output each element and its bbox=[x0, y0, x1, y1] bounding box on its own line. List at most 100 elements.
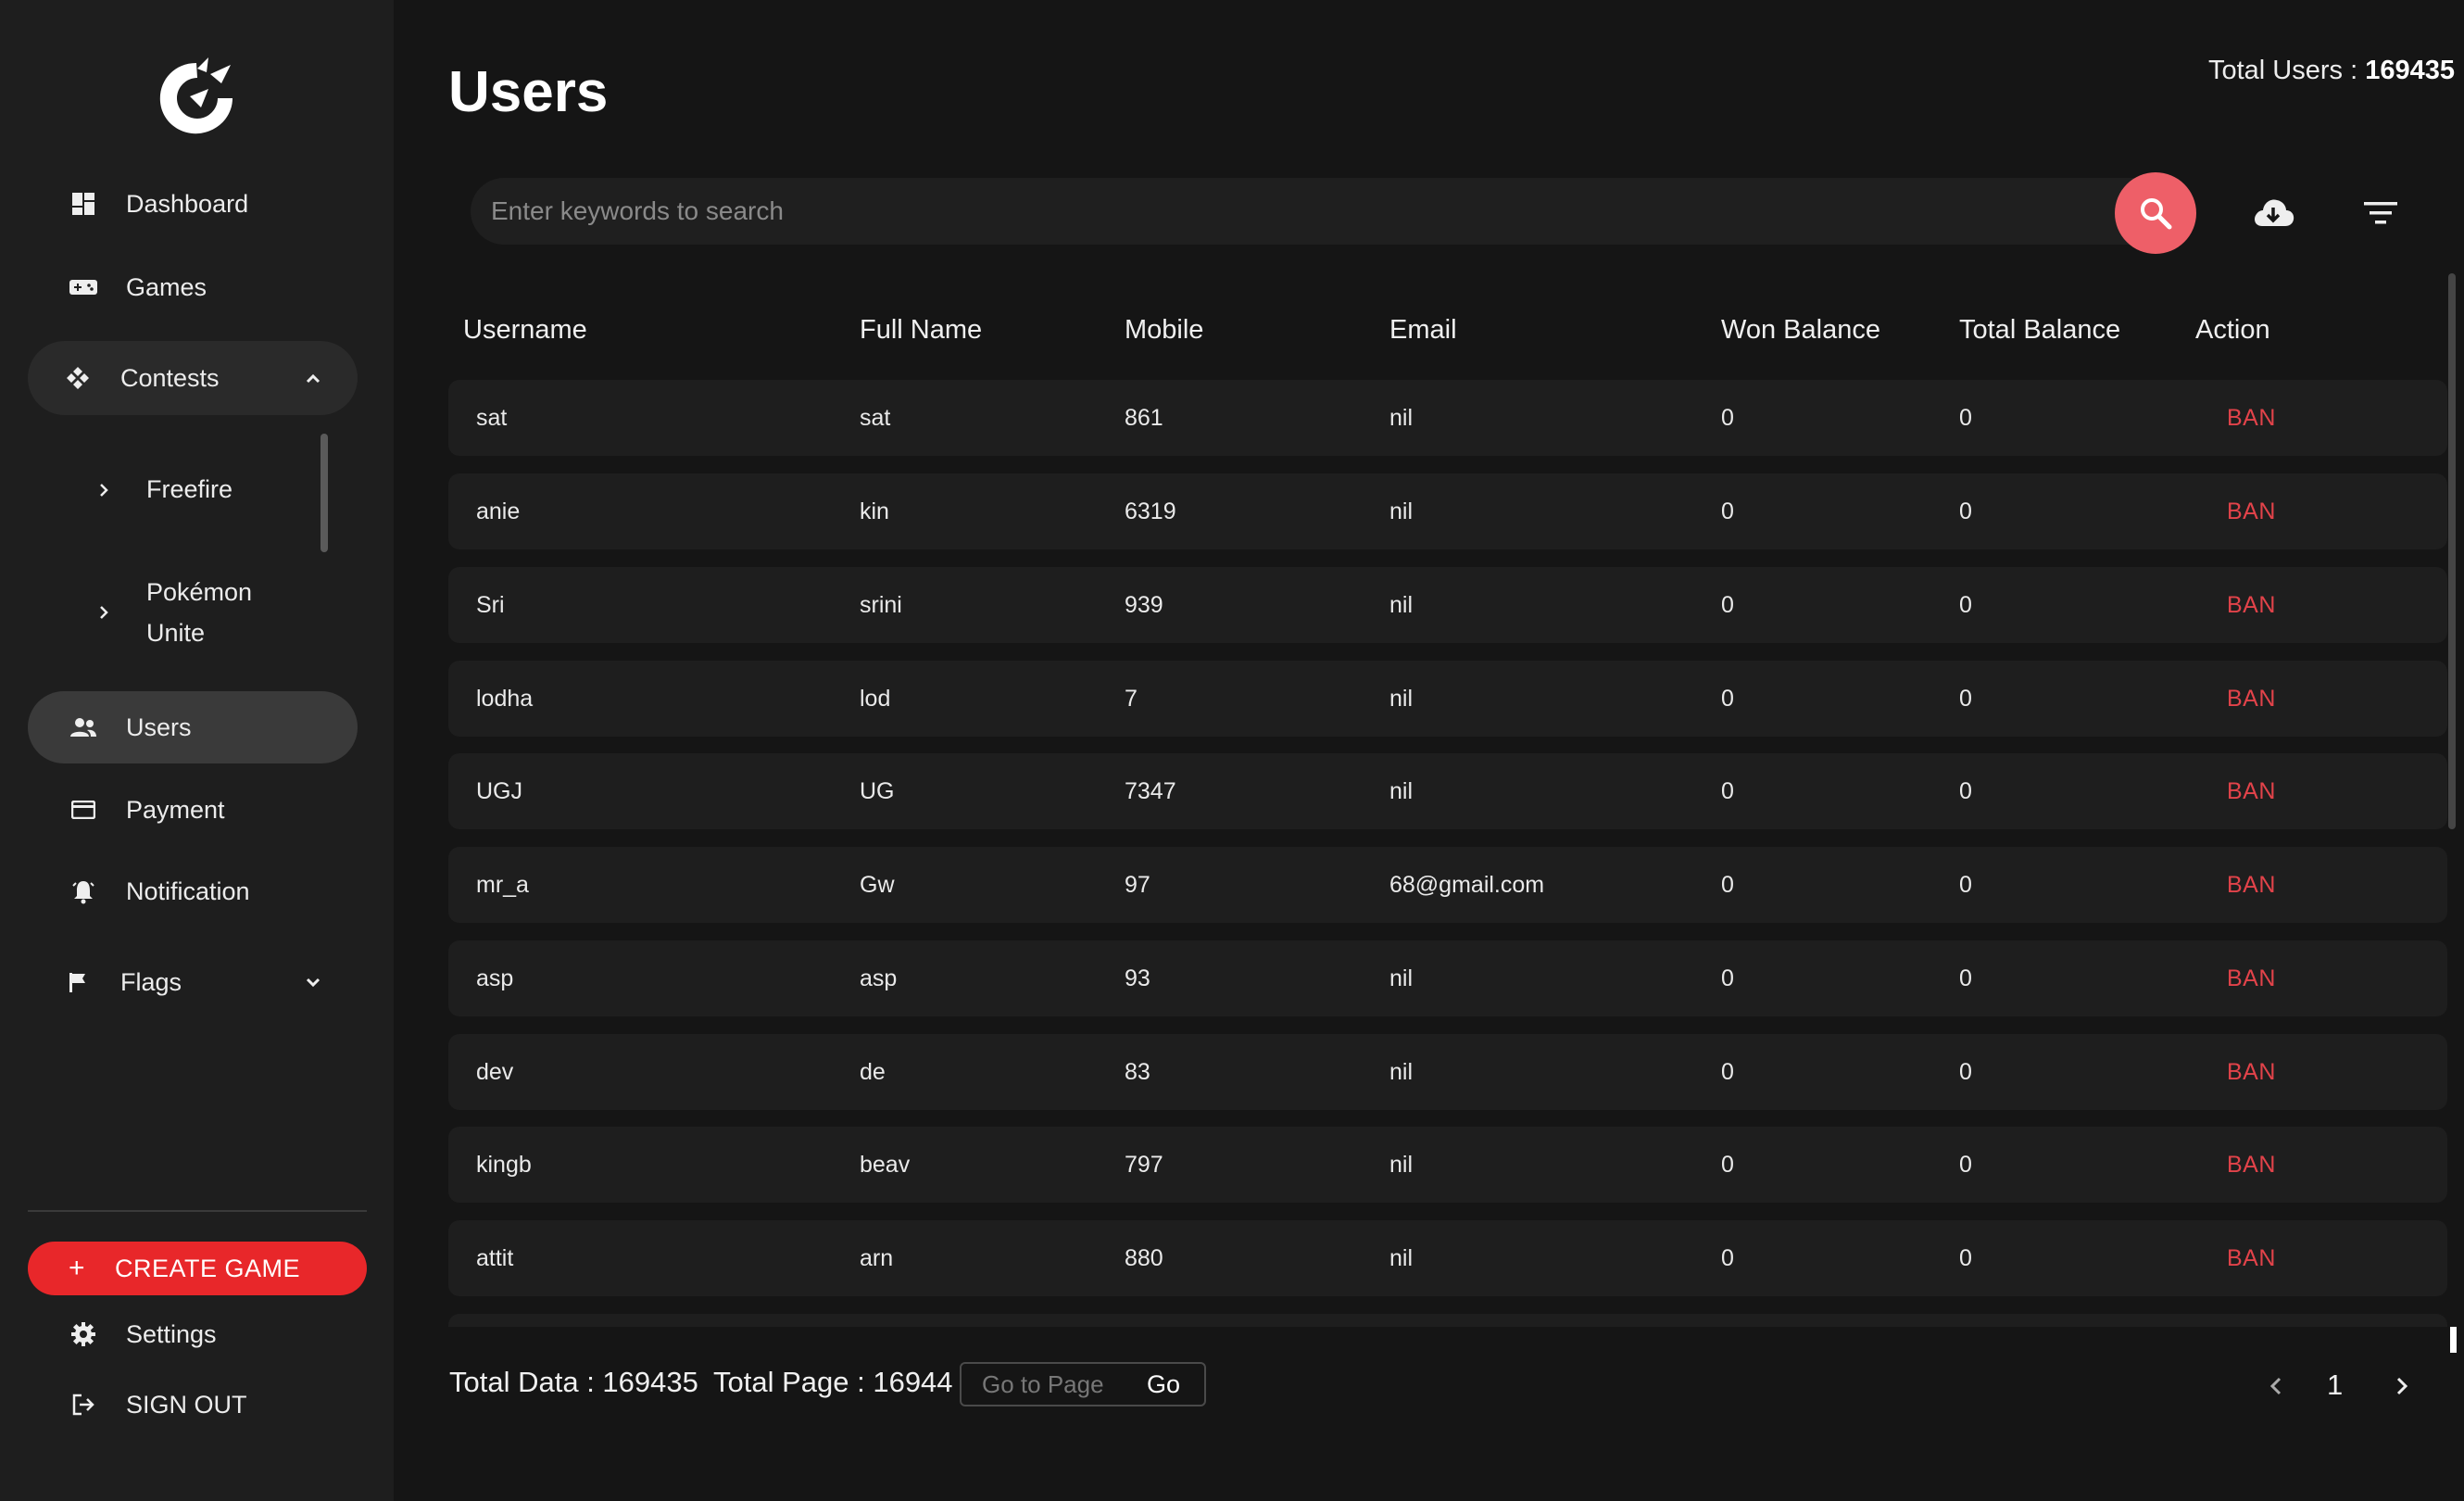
ban-button[interactable]: BAN bbox=[2227, 661, 2276, 737]
sign-out-icon bbox=[65, 1386, 102, 1423]
cell-email: nil bbox=[1389, 777, 1414, 804]
go-button[interactable]: Go bbox=[1147, 1370, 1180, 1399]
current-page[interactable]: 1 bbox=[2327, 1369, 2343, 1402]
settings-link[interactable]: Settings bbox=[28, 1316, 217, 1353]
column-header[interactable]: Email bbox=[1389, 315, 1457, 346]
sign-out-link[interactable]: SIGN OUT bbox=[28, 1386, 247, 1423]
ban-button[interactable]: BAN bbox=[2227, 753, 2276, 829]
column-header[interactable]: Mobile bbox=[1125, 315, 1203, 346]
cell-mobile: 939 bbox=[1125, 591, 1163, 618]
table-row[interactable]: lodha lod 7 nil 0 0 BAN bbox=[448, 661, 2447, 737]
ban-button[interactable]: BAN bbox=[2227, 940, 2276, 1016]
column-header[interactable]: Username bbox=[463, 315, 587, 346]
cell-won: 0 bbox=[1721, 685, 1734, 712]
sidebar-item-games[interactable]: Games bbox=[28, 250, 358, 324]
cell-total: 0 bbox=[1959, 591, 1972, 618]
total-users-summary: Total Users : 169435 bbox=[2208, 56, 2455, 86]
cell-username: UGJ bbox=[476, 777, 522, 804]
ban-button[interactable]: BAN bbox=[2227, 1127, 2276, 1203]
cell-mobile: 7 bbox=[1125, 685, 1138, 712]
ban-button[interactable]: BAN bbox=[2227, 567, 2276, 643]
cell-email: nil bbox=[1389, 498, 1414, 524]
next-page-icon[interactable] bbox=[2384, 1369, 2418, 1403]
cell-username: asp bbox=[476, 965, 514, 991]
table-row[interactable]: asp asp 93 nil 0 0 BAN bbox=[448, 940, 2447, 1016]
contests-icon bbox=[59, 359, 96, 397]
table-row[interactable]: Sri srini 939 nil 0 0 BAN bbox=[448, 567, 2447, 643]
sidebar-item-notification[interactable]: Notification bbox=[28, 854, 358, 928]
table-row[interactable]: UGJ UG 7347 nil 0 0 BAN bbox=[448, 753, 2447, 829]
ban-button[interactable]: BAN bbox=[2227, 380, 2276, 456]
cell-won: 0 bbox=[1721, 591, 1734, 618]
submenu-scrollbar[interactable] bbox=[321, 434, 328, 552]
cell-total: 0 bbox=[1959, 965, 1972, 991]
sign-out-label: SIGN OUT bbox=[126, 1390, 247, 1419]
column-header[interactable]: Full Name bbox=[860, 315, 982, 346]
search-button[interactable] bbox=[2115, 172, 2196, 254]
cell-total: 0 bbox=[1959, 498, 1972, 524]
cell-full-name: kin bbox=[860, 498, 889, 524]
cell-mobile: 880 bbox=[1125, 1244, 1163, 1271]
table-row[interactable]: attit arn 880 nil 0 0 BAN bbox=[448, 1220, 2447, 1296]
table-row[interactable]: dev de 83 nil 0 0 BAN bbox=[448, 1034, 2447, 1110]
cell-username: Sri bbox=[476, 591, 505, 618]
filter-icon[interactable] bbox=[2362, 196, 2399, 230]
table-row[interactable]: sat sat 861 nil 0 0 BAN bbox=[448, 380, 2447, 456]
table-row[interactable]: anie kin 6319 nil 0 0 BAN bbox=[448, 473, 2447, 549]
chevron-up-icon[interactable] bbox=[300, 365, 326, 391]
dashboard-icon bbox=[65, 185, 102, 222]
gear-icon bbox=[65, 1316, 102, 1353]
cell-won: 0 bbox=[1721, 1151, 1734, 1178]
cell-full-name: srini bbox=[860, 591, 902, 618]
sidebar-subitem-pokemon-unite[interactable]: Pokémon Unite bbox=[93, 572, 252, 653]
sidebar-item-label: Dashboard bbox=[126, 189, 249, 218]
column-header[interactable]: Won Balance bbox=[1721, 315, 1880, 346]
page-title: Users bbox=[448, 60, 609, 124]
column-header[interactable]: Total Balance bbox=[1959, 315, 2120, 346]
sidebar: Dashboard Games Contests Freefire Pokémo… bbox=[0, 0, 394, 1501]
create-game-button[interactable]: + CREATE GAME bbox=[28, 1242, 367, 1295]
gamepad-icon bbox=[65, 269, 102, 306]
ban-button[interactable]: BAN bbox=[2227, 1220, 2276, 1296]
cell-mobile: 861 bbox=[1125, 404, 1163, 431]
settings-label: Settings bbox=[126, 1319, 217, 1348]
cell-username: dev bbox=[476, 1058, 514, 1085]
create-game-label: CREATE GAME bbox=[115, 1254, 301, 1282]
app-logo[interactable] bbox=[153, 56, 240, 139]
cell-email: nil bbox=[1389, 685, 1414, 712]
bell-icon bbox=[65, 873, 102, 910]
table-row[interactable]: kingb beav 797 nil 0 0 BAN bbox=[448, 1127, 2447, 1203]
ban-button[interactable]: BAN bbox=[2227, 473, 2276, 549]
column-header[interactable]: Action bbox=[2195, 315, 2270, 346]
cell-total: 0 bbox=[1959, 1058, 1972, 1085]
sidebar-item-flags[interactable]: Flags bbox=[28, 945, 358, 1019]
ban-button[interactable]: BAN bbox=[2227, 1034, 2276, 1110]
prev-page-icon[interactable] bbox=[2260, 1369, 2294, 1403]
cell-username: attit bbox=[476, 1244, 514, 1271]
cell-won: 0 bbox=[1721, 498, 1734, 524]
table-scrollbar[interactable] bbox=[2448, 273, 2456, 829]
sidebar-item-label: Notification bbox=[126, 877, 250, 905]
sidebar-item-dashboard[interactable]: Dashboard bbox=[28, 167, 358, 241]
sidebar-item-label: Games bbox=[126, 272, 207, 301]
sidebar-item-users[interactable]: Users bbox=[28, 691, 358, 763]
cell-won: 0 bbox=[1721, 1244, 1734, 1271]
sidebar-subitem-freefire[interactable]: Freefire bbox=[93, 475, 233, 504]
cell-total: 0 bbox=[1959, 685, 1972, 712]
cell-username: sat bbox=[476, 404, 508, 431]
total-users-label: Total Users : bbox=[2207, 56, 2358, 85]
sidebar-item-payment[interactable]: Payment bbox=[28, 773, 358, 847]
cell-email: 68@gmail.com bbox=[1389, 871, 1545, 898]
go-to-page-input[interactable] bbox=[962, 1366, 1147, 1403]
cloud-download-icon[interactable] bbox=[2251, 193, 2295, 233]
cell-full-name: asp bbox=[860, 965, 898, 991]
search-input[interactable] bbox=[471, 178, 2166, 245]
chevron-down-icon[interactable] bbox=[300, 969, 326, 995]
ban-button[interactable]: BAN bbox=[2227, 847, 2276, 923]
table-row-partial bbox=[448, 1314, 2447, 1327]
sidebar-item-contests[interactable]: Contests bbox=[28, 341, 358, 415]
cell-full-name: lod bbox=[860, 685, 891, 712]
sidebar-item-label: Users bbox=[126, 713, 192, 741]
cell-mobile: 797 bbox=[1125, 1151, 1163, 1178]
table-row[interactable]: mr_a Gw 97 68@gmail.com 0 0 BAN bbox=[448, 847, 2447, 923]
